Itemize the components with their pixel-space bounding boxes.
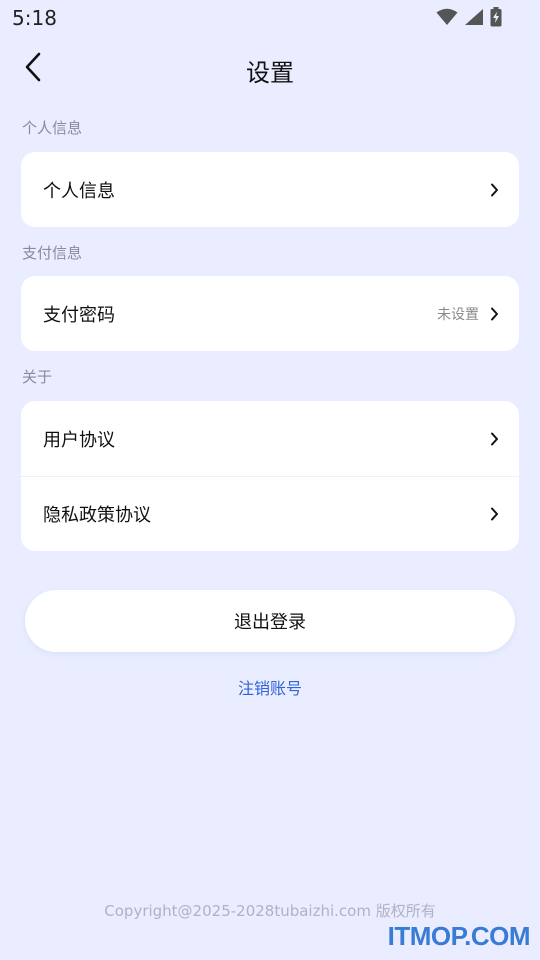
status-bar: 5:18: [0, 0, 540, 36]
row-personal-info[interactable]: 个人信息: [21, 152, 519, 227]
status-icons: [436, 7, 502, 31]
row-value-status: 未设置: [437, 306, 479, 323]
card-personal-info: 个人信息: [21, 152, 519, 227]
watermark-text: ITMOP.COM: [387, 921, 531, 951]
chevron-right-icon: [489, 432, 499, 446]
battery-charging-icon: [490, 7, 502, 31]
chevron-right-icon: [489, 307, 499, 321]
chevron-right-icon: [489, 183, 499, 197]
cellular-signal-icon: [464, 8, 484, 30]
header: 设置: [0, 40, 540, 98]
copyright-text: Copyright@2025-2028tubaizhi.com 版权所有: [104, 902, 436, 920]
row-privacy-policy[interactable]: 隐私政策协议: [21, 476, 519, 551]
row-label: 个人信息: [43, 180, 115, 202]
cancel-account-link[interactable]: 注销账号: [0, 675, 540, 699]
section-label-about: 关于: [22, 368, 53, 386]
card-about: 用户协议 隐私政策协议: [21, 401, 519, 551]
page-title: 设置: [246, 59, 294, 87]
row-user-agreement[interactable]: 用户协议: [21, 401, 519, 476]
row-label: 支付密码: [43, 304, 115, 326]
row-label: 用户协议: [43, 429, 115, 451]
row-label: 隐私政策协议: [43, 505, 151, 526]
row-payment-password[interactable]: 支付密码 未设置: [21, 276, 519, 351]
wifi-icon: [436, 8, 458, 30]
logout-button[interactable]: 退出登录: [25, 590, 515, 652]
card-payment-info: 支付密码 未设置: [21, 276, 519, 351]
section-label-payment-info: 支付信息: [22, 244, 83, 262]
section-label-personal-info: 个人信息: [22, 119, 83, 137]
chevron-right-icon: [489, 507, 499, 521]
status-time: 5:18: [12, 6, 57, 30]
